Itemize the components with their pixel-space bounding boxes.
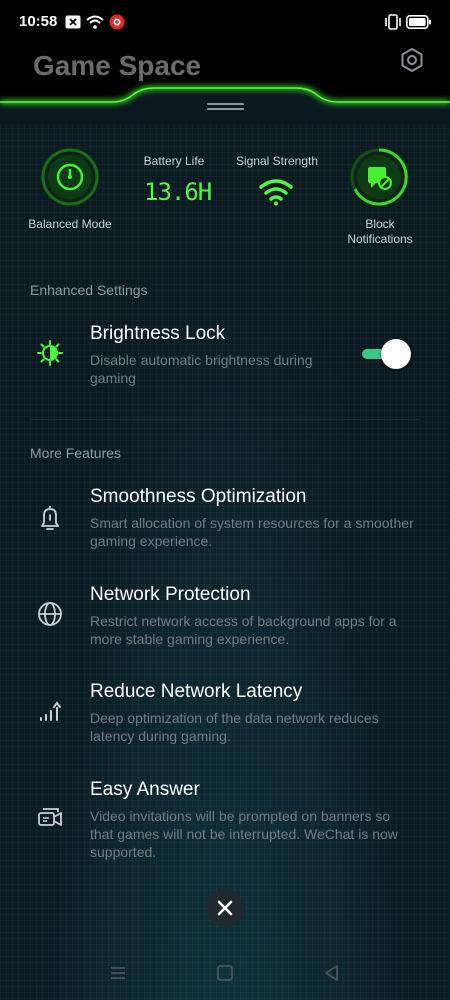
page-title: Game Space — [33, 50, 202, 81]
toggle-knob — [381, 339, 411, 369]
battery-life-value: 13.6H — [144, 178, 212, 206]
menu-icon[interactable] — [107, 962, 129, 984]
close-button[interactable] — [206, 889, 244, 927]
brightness-lock-title: Brightness Lock — [90, 323, 226, 344]
close-icon — [217, 900, 233, 916]
brightness-lock-desc: Disable automatic brightness during gami… — [90, 352, 313, 386]
back-triangle-icon[interactable] — [321, 962, 343, 984]
status-time: 10:58 — [19, 13, 58, 30]
block-notifications-label-line2: Notifications — [347, 232, 413, 246]
signal-wifi-icon — [259, 179, 293, 206]
feature-title: Smoothness Optimization — [90, 486, 307, 507]
balanced-mode-button[interactable] — [38, 145, 102, 209]
brightness-lock-toggle[interactable] — [362, 339, 412, 369]
app-notification-icon — [108, 13, 126, 31]
feature-desc: Restrict network access of background ap… — [90, 613, 397, 647]
battery-icon — [406, 13, 432, 31]
bell-icon — [41, 506, 59, 530]
divider — [30, 419, 420, 420]
video-call-icon — [38, 808, 62, 826]
feature-desc: Video invitations will be prompted on ba… — [90, 808, 398, 860]
drawer-handle[interactable] — [207, 103, 244, 111]
block-notifications-label-line1: Block — [365, 217, 395, 231]
gear-icon[interactable] — [398, 46, 426, 74]
brightness-icon — [37, 340, 63, 366]
feature-title: Easy Answer — [90, 779, 200, 800]
speedometer-icon — [40, 147, 100, 207]
feature-desc: Smart allocation of system resources for… — [90, 515, 414, 549]
block-notifications-label: Block Notifications — [330, 217, 430, 247]
block-notifications-icon — [349, 147, 409, 207]
globe-icon — [38, 602, 62, 626]
battery-life-label: Battery Life — [143, 154, 205, 168]
vibrate-icon — [383, 13, 403, 31]
signal-bars-icon — [40, 701, 61, 721]
wifi-icon — [85, 13, 105, 31]
notification-box-icon — [64, 13, 82, 31]
home-square-icon[interactable] — [214, 962, 236, 984]
signal-strength-label: Signal Strength — [235, 154, 319, 168]
feature-title: Reduce Network Latency — [90, 681, 303, 702]
more-features-heading: More Features — [30, 445, 122, 461]
block-notifications-button[interactable] — [347, 145, 411, 209]
enhanced-settings-heading: Enhanced Settings — [30, 282, 148, 298]
feature-desc: Deep optimization of the data network re… — [90, 710, 379, 744]
feature-title: Network Protection — [90, 584, 251, 605]
balanced-mode-label: Balanced Mode — [28, 217, 112, 231]
